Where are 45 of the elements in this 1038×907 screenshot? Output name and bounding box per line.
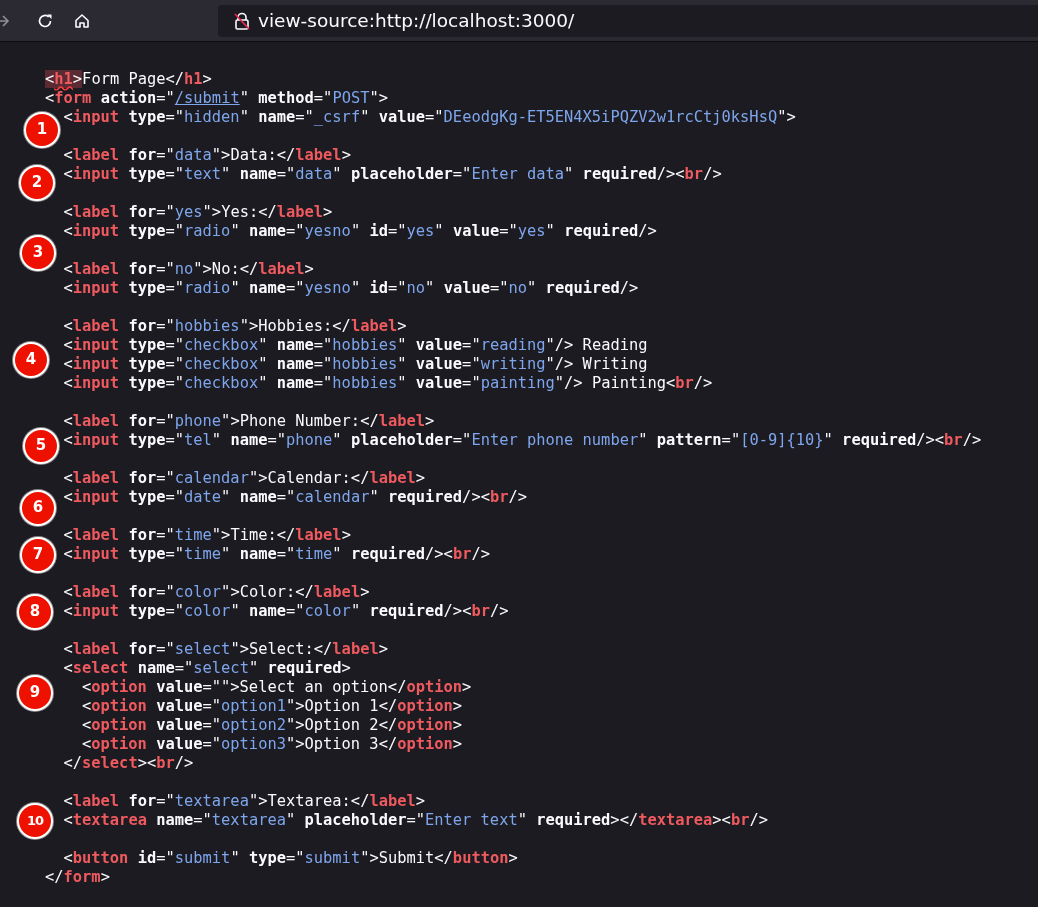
code-line: <input type="checkbox" name="hobbies" value="reading"/> Reading <box>63 336 648 354</box>
code-line: <input type="color" name="color" required/><br/> <box>63 602 509 620</box>
callout-marker: 5 <box>23 427 59 464</box>
link[interactable]: /submit <box>174 89 240 107</box>
code-line: <input type="tel" name="phone" placeholder="Enter phone number" pattern="[0-9]{10}" required/><br/> <box>63 431 982 449</box>
code-line: <form action="/submit" method="POST"> <box>45 89 388 107</box>
callout-marker: 1 <box>24 111 60 148</box>
callout-marker: 6 <box>20 489 56 526</box>
code-line: <label for="hobbies">Hobbies:</label> <box>63 317 407 335</box>
code-line: <label for="no">No:</label> <box>63 260 314 278</box>
code-line: <button id="submit" type="submit">Submit</button> <box>63 849 518 867</box>
code-line: <select name="select" required> <box>63 659 351 677</box>
code-line: <input type="checkbox" name="hobbies" value="painting"/> Painting<br/> <box>63 374 713 392</box>
code-line: <input type="radio" name="yesno" id="yes" value="yes" required/> <box>63 222 657 240</box>
code-line: <input type="time" name="time" required/><br/> <box>63 545 490 563</box>
code-line: <option value="option2">Option 2</option> <box>82 716 463 734</box>
code-line: <label for="color">Color:</label> <box>63 583 370 601</box>
callout-marker: 9 <box>17 674 53 711</box>
code-line: <label for="select">Select:</label> <box>63 640 388 658</box>
code-line: <h1>Form Page</h1> <box>45 70 212 88</box>
callout-marker: 8 <box>17 593 53 630</box>
code-line: <option value="">Select an option</option> <box>82 678 472 696</box>
code-line: <label for="time">Time:</label> <box>63 526 351 544</box>
code-line: <input type="text" name="data" placeholder="Enter data" required/><br/> <box>63 165 722 183</box>
callout-marker: 4 <box>13 341 49 378</box>
callout-marker: 3 <box>20 234 56 271</box>
code-line: <input type="checkbox" name="hobbies" value="writing"/> Writing <box>63 355 648 373</box>
code-line: </select><br/> <box>63 754 194 772</box>
code-line: <option value="option1">Option 1</option> <box>82 697 463 715</box>
code-line: <label for="textarea">Textarea:</label> <box>63 792 426 810</box>
code-line: </form> <box>45 868 110 886</box>
code-line: <input type="hidden" name="_csrf" value="DEeodgKg-ET5EN4X5iPQZV2w1rcCtj0ksHsQ"> <box>63 108 796 126</box>
callout-marker: 2 <box>19 164 55 201</box>
code-line: <label for="yes">Yes:</label> <box>63 203 333 221</box>
callout-marker: 10 <box>17 802 53 839</box>
code-line: <label for="data">Data:</label> <box>63 146 351 164</box>
code-line: <textarea name="textarea" placeholder="Enter text" required></textarea><br/> <box>63 811 768 829</box>
code-line: <label for="phone">Phone Number:</label> <box>63 412 435 430</box>
url-text: view-source:http://localhost:3000/ <box>258 8 575 33</box>
code-line: <input type="date" name="calendar" required/><br/> <box>63 488 528 506</box>
address-bar[interactable]: view-source:http://localhost:3000/ <box>218 4 1038 37</box>
code-line: <option value="option3">Option 3</option> <box>82 735 463 753</box>
callout-marker: 7 <box>20 536 56 573</box>
code-line: <input type="radio" name="yesno" id="no" value="no" required/> <box>63 279 639 297</box>
code-line: <label for="calendar">Calendar:</label> <box>63 469 426 487</box>
